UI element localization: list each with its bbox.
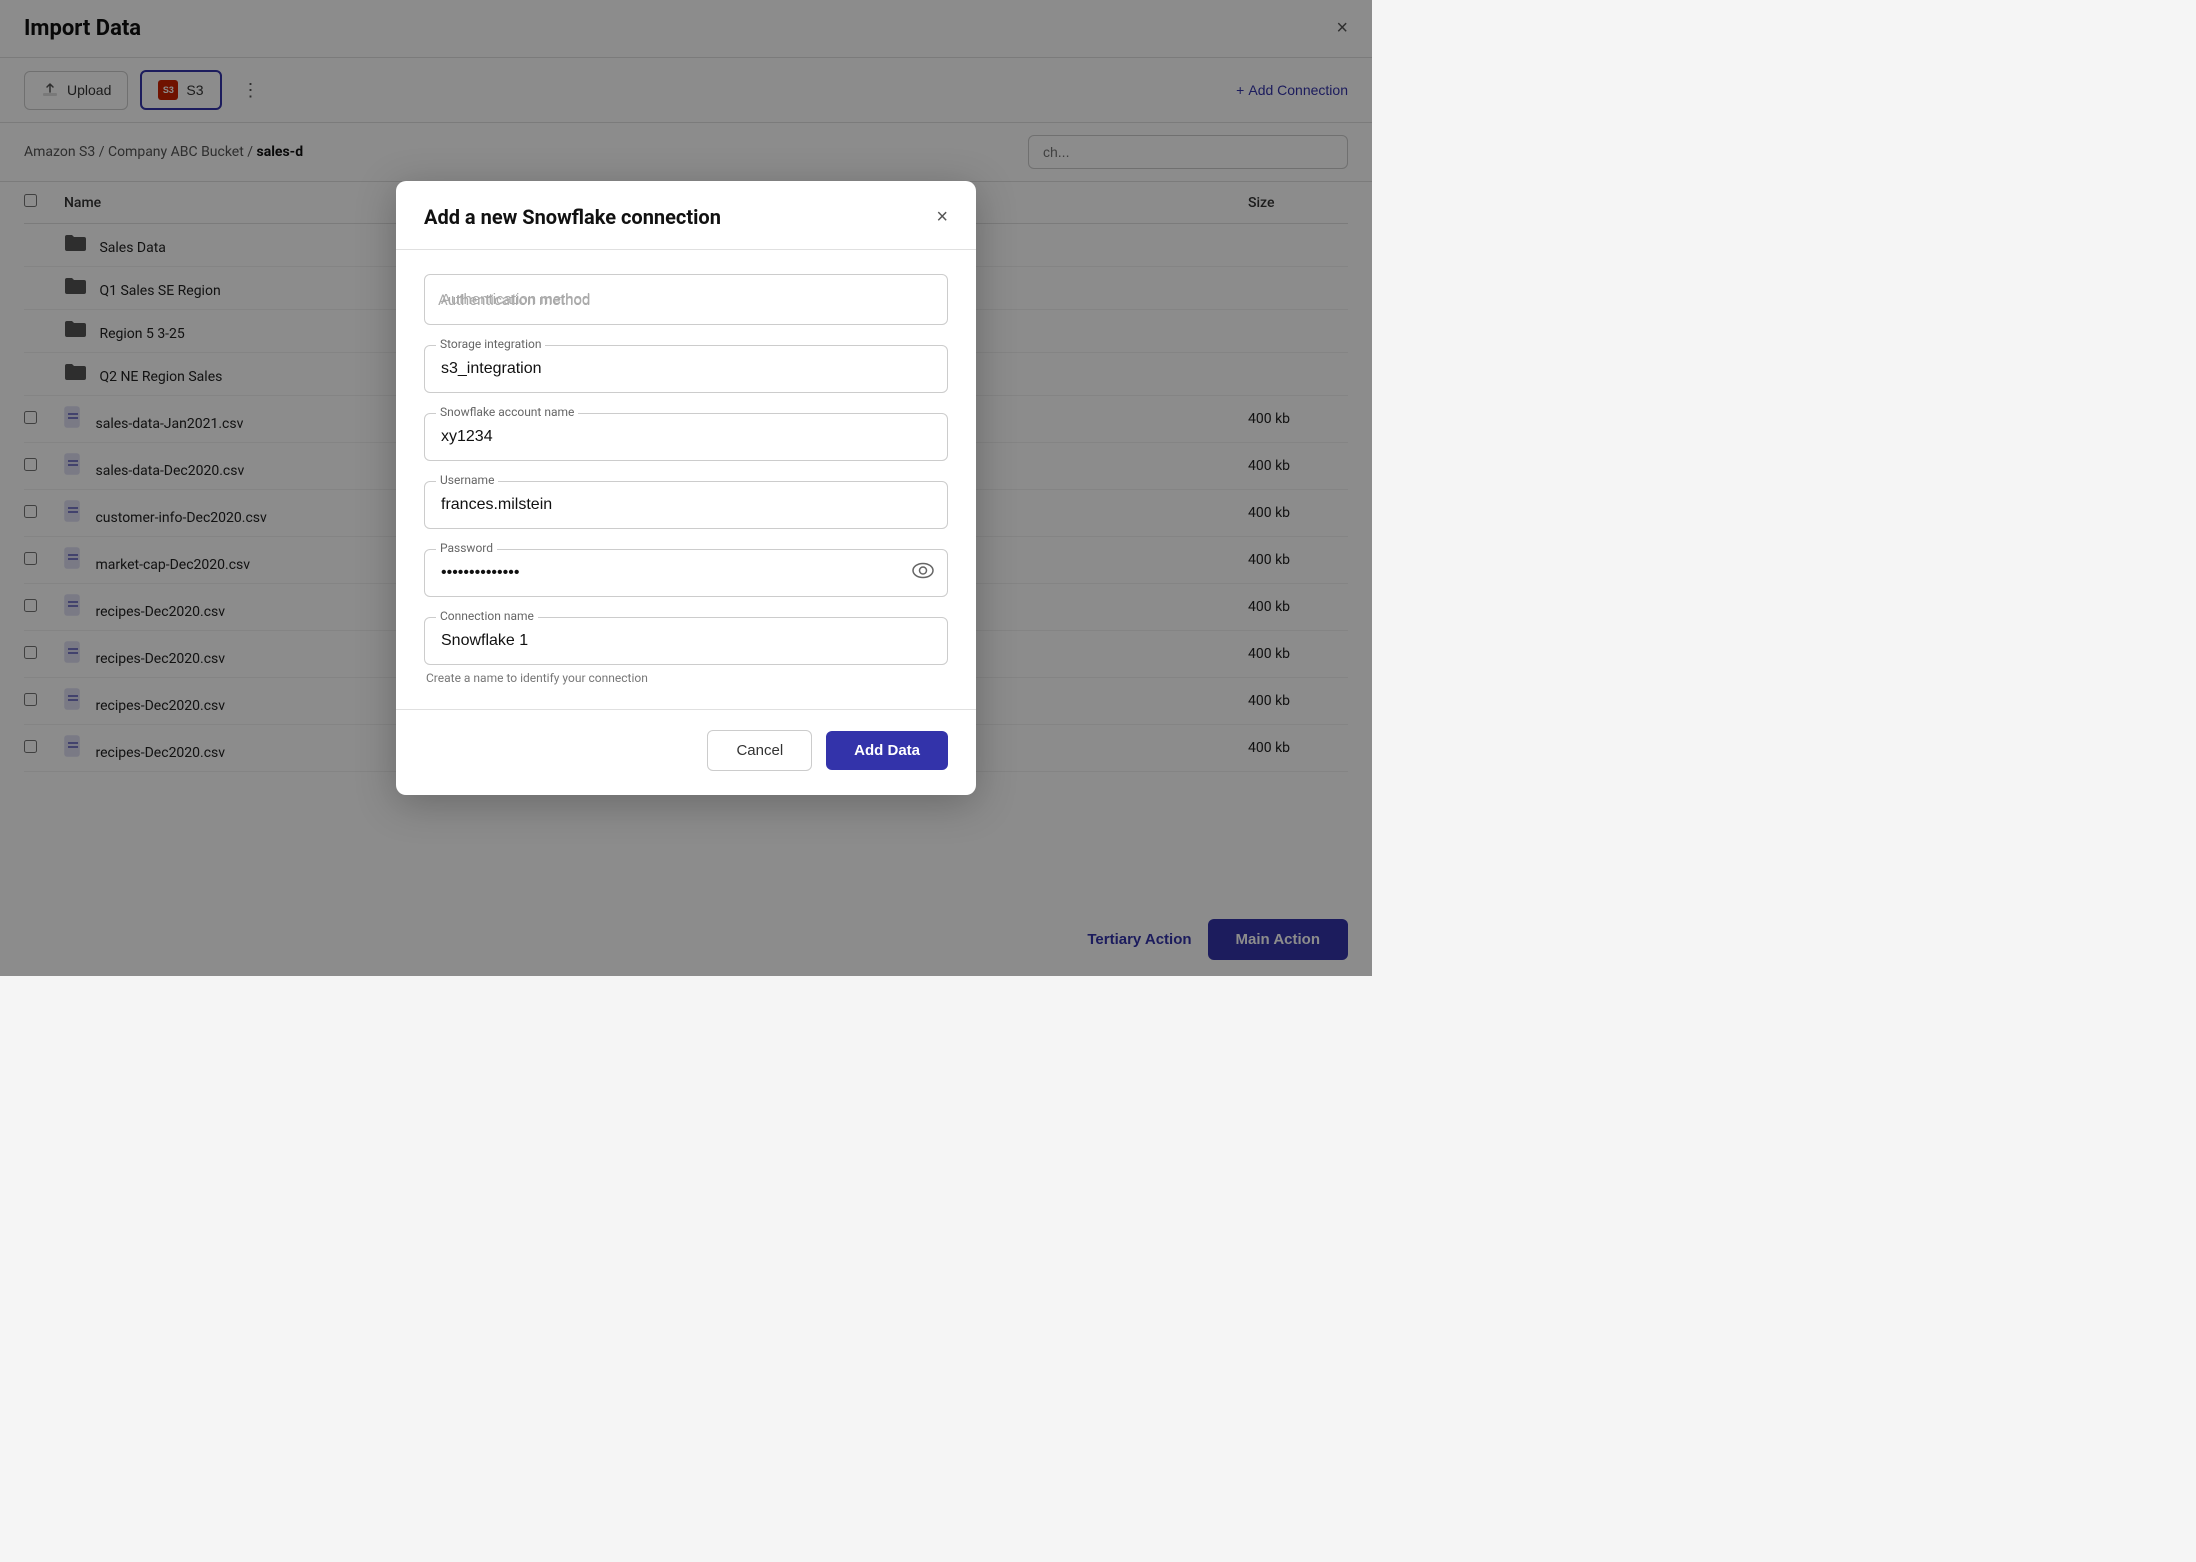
modal-title: Add a new Snowflake connection	[424, 205, 721, 229]
account-name-label: Snowflake account name	[436, 405, 578, 419]
modal-overlay: Add a new Snowflake connection × Authent…	[0, 0, 1372, 976]
storage-integration-label: Storage integration	[436, 337, 545, 351]
password-label: Password	[436, 541, 497, 555]
account-name-field: Snowflake account name	[424, 413, 948, 461]
password-input[interactable]	[424, 549, 948, 597]
account-name-input[interactable]	[424, 413, 948, 461]
toggle-password-button[interactable]	[912, 563, 934, 584]
connection-name-field: Connection name Create a name to identif…	[424, 617, 948, 685]
auth-method-field: Authentication method Authentication met…	[424, 274, 948, 325]
password-field: Password	[424, 549, 948, 597]
storage-integration-field: Storage integration	[424, 345, 948, 393]
storage-integration-input[interactable]	[424, 345, 948, 393]
connection-name-label: Connection name	[436, 609, 538, 623]
username-label: Username	[436, 473, 498, 487]
cancel-button[interactable]: Cancel	[707, 730, 812, 771]
eye-icon	[912, 563, 934, 583]
auth-method-select[interactable]: Authentication method	[424, 274, 948, 325]
modal-close-button[interactable]: ×	[936, 206, 948, 229]
connection-name-input[interactable]	[424, 617, 948, 665]
connection-name-hint: Create a name to identify your connectio…	[424, 671, 948, 685]
username-input[interactable]	[424, 481, 948, 529]
username-field: Username	[424, 481, 948, 529]
add-data-button[interactable]: Add Data	[826, 731, 948, 770]
snowflake-connection-modal: Add a new Snowflake connection × Authent…	[396, 181, 976, 795]
